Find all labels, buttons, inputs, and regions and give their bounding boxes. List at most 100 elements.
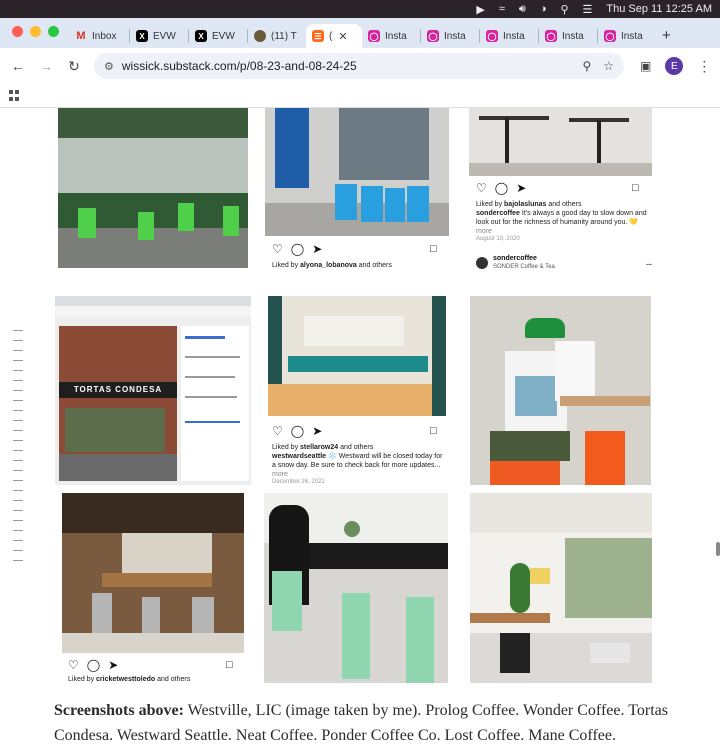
bookmark-icon[interactable]: □ (226, 659, 233, 671)
likes-user[interactable]: stellarow24 (300, 444, 338, 451)
reload-icon[interactable]: ↻ (60, 58, 88, 75)
tab-label: Insta (385, 30, 407, 42)
post-caption: westwardseattle ❄️ Westward will be clos… (272, 452, 448, 470)
comment-icon[interactable]: ◯ (87, 658, 100, 672)
likes-suffix: and others (338, 444, 374, 451)
comment-icon[interactable]: ◯ (291, 242, 304, 256)
post-header: sondercoffee SONDER Coffee & Tea ... (476, 255, 652, 271)
likes-prefix: Liked by (476, 201, 505, 208)
caption-user[interactable]: sondercoffee (476, 210, 520, 217)
tab-label: Insta (444, 30, 466, 42)
tab-label: ( (329, 30, 333, 42)
tab-search-icon[interactable]: ▣ (640, 59, 651, 73)
tab-x-1[interactable]: X EVW (130, 24, 188, 48)
instagram-icon: ◯ (427, 30, 439, 42)
toolbar-right: ▣ E ⋮ (640, 57, 711, 75)
bookmark-icon[interactable]: □ (430, 243, 437, 255)
wifi-icon[interactable]: ≈ (499, 3, 505, 15)
tab-strip: M Inbox X EVW X EVW (11) T ☰ ( ✕ ◯ Insta (0, 18, 720, 48)
tab-instagram-2[interactable]: ◯ Insta (421, 24, 479, 48)
comment-icon[interactable]: ◯ (291, 424, 304, 438)
likes-suffix: and others (356, 262, 392, 269)
photo-westward (268, 296, 446, 416)
likes-user[interactable]: bajolaslunas (504, 201, 546, 208)
article-paragraph: Screenshots above: Westville, LIC (image… (54, 698, 674, 748)
substack-icon: ☰ (312, 30, 324, 42)
shop-sign: TORTAS CONDESA (73, 385, 163, 394)
tab-instagram-1[interactable]: ◯ Insta (362, 24, 420, 48)
comment-icon[interactable]: ◯ (495, 181, 508, 195)
profile-avatar[interactable]: E (665, 57, 684, 75)
tab-label: (11) T (271, 30, 297, 42)
tab-label: Inbox (92, 30, 117, 42)
caption-more-link[interactable]: more (476, 227, 492, 236)
share-icon[interactable]: ➤ (312, 424, 322, 438)
tab-label: Insta (562, 30, 584, 42)
tab-label: EVW (153, 30, 176, 42)
site-settings-icon[interactable]: ⚙ (104, 60, 114, 73)
post-username[interactable]: sondercoffee (493, 255, 555, 263)
post-subtitle: SONDER Coffee & Tea (493, 264, 555, 270)
forward-arrow-icon[interactable]: → (32, 58, 60, 74)
heart-icon[interactable]: ♡ (272, 424, 283, 438)
scrollbar-thumb[interactable] (716, 542, 720, 556)
heart-icon[interactable]: ♡ (272, 242, 283, 256)
caption-more-link[interactable]: more (272, 470, 288, 479)
zoom-window-button[interactable] (48, 26, 59, 37)
post-menu-icon[interactable]: ... (646, 260, 652, 267)
share-icon[interactable]: ➤ (516, 181, 526, 195)
menubar-clock[interactable]: Thu Sep 11 12:25 AM (606, 3, 712, 15)
volume-icon[interactable]: 🔊︎ (519, 3, 526, 16)
likes-suffix: and others (546, 201, 582, 208)
minimize-window-button[interactable] (30, 26, 41, 37)
bookmark-icon[interactable]: □ (632, 182, 639, 194)
avatar[interactable] (476, 257, 488, 269)
photo-ponder (62, 493, 244, 653)
post-actions: ♡ ◯ ➤ □ (476, 181, 646, 195)
url-text[interactable]: wissick.substack.com/p/08-23-and-08-24-2… (122, 59, 571, 73)
instagram-icon: ◯ (486, 30, 498, 42)
tab-gmail[interactable]: M Inbox (69, 24, 129, 48)
tab-instagram-5[interactable]: ◯ Insta (598, 24, 652, 48)
caption-lead: Screenshots above: (54, 702, 184, 719)
close-window-button[interactable] (12, 26, 23, 37)
likes-user[interactable]: cricketwesttoledo (96, 676, 155, 683)
play-circle-icon[interactable]: ▶ (476, 3, 484, 16)
close-tab-icon[interactable]: ✕ (338, 30, 347, 43)
share-icon[interactable]: ➤ (312, 242, 322, 256)
tab-label: EVW (212, 30, 235, 42)
caption-user[interactable]: westwardseattle (272, 453, 326, 460)
tab-instagram-4[interactable]: ◯ Insta (539, 24, 597, 48)
address-bar[interactable]: ⚙ wissick.substack.com/p/08-23-and-08-24… (94, 53, 624, 79)
bookmark-star-icon[interactable]: ☆ (603, 59, 614, 73)
likes-suffix: and others (155, 676, 191, 683)
post-likes: Liked by bajolaslunas and others (476, 200, 652, 209)
likes-user[interactable]: alyona_lobanova (300, 262, 357, 269)
more-menu-icon[interactable]: ⋮ (697, 58, 711, 75)
bookmark-icon[interactable]: □ (430, 425, 437, 437)
table-of-contents-rail[interactable] (13, 330, 23, 570)
back-arrow-icon[interactable]: ← (4, 58, 32, 74)
bookmarks-bar (0, 84, 720, 108)
new-tab-button[interactable]: + (652, 27, 681, 48)
tab-instagram-3[interactable]: ◯ Insta (480, 24, 538, 48)
search-icon[interactable]: ⚲ (560, 3, 568, 16)
apps-grid-icon[interactable] (9, 90, 20, 101)
likes-prefix: Liked by (68, 676, 97, 683)
tab-x-2[interactable]: X EVW (189, 24, 247, 48)
heart-icon[interactable]: ♡ (476, 181, 487, 195)
post-date: December 26, 2021 (272, 479, 325, 485)
switch-icon[interactable]: ◑ (540, 3, 547, 15)
post-actions: ♡ ◯ ➤ □ (68, 658, 238, 672)
photo-prolog (265, 108, 449, 236)
photo-westville (58, 108, 248, 268)
heart-icon[interactable]: ♡ (68, 658, 79, 672)
control-center-icon[interactable]: ☰ (583, 3, 593, 16)
likes-prefix: Liked by (272, 262, 301, 269)
tab-substack-active[interactable]: ☰ ( ✕ (306, 24, 362, 48)
post-likes: Liked by cricketwesttoledo and others (68, 675, 190, 684)
tab-threads[interactable]: (11) T (248, 24, 306, 48)
article-content: ♡ ◯ ➤ □ Liked by alyona_lobanova and oth… (0, 108, 720, 755)
zoom-icon[interactable]: ⚲ (582, 59, 591, 73)
share-icon[interactable]: ➤ (108, 658, 118, 672)
